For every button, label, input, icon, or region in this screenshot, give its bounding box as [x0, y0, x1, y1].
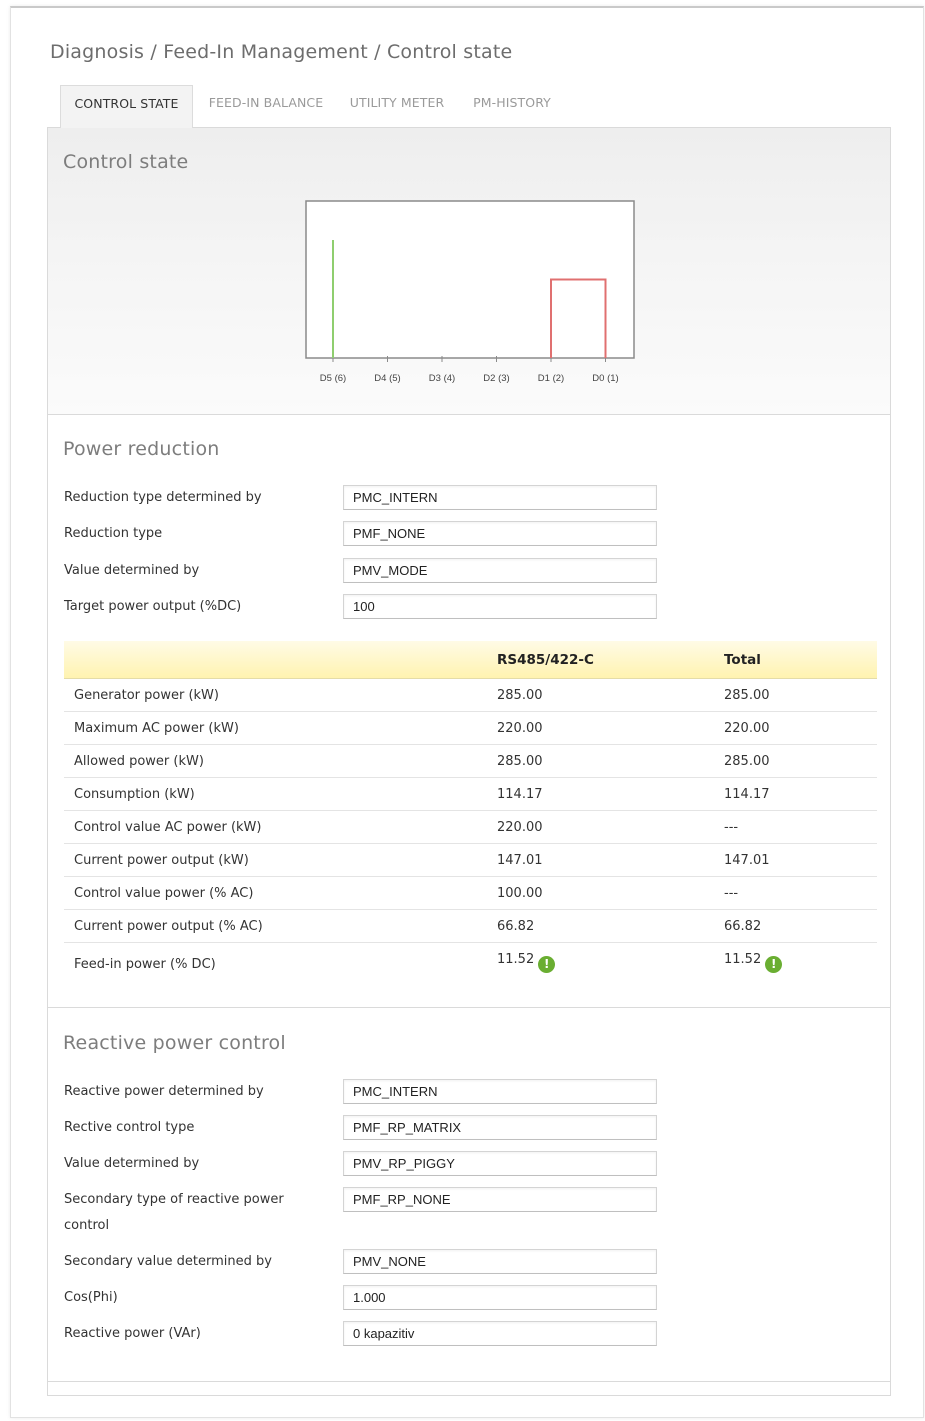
field-label: Cos(Phi) — [64, 1290, 118, 1305]
field-label: Reduction type — [64, 526, 163, 541]
x-tick-label: D3 (4) — [429, 373, 455, 384]
tab-control-state[interactable]: CONTROL STATE — [60, 85, 193, 128]
row-label: Current power output (% AC) — [74, 919, 263, 934]
x-tick-label: D5 (6) — [320, 373, 346, 384]
tab-pm-history[interactable]: PM-HISTORY — [464, 85, 560, 128]
row-value-total: --- — [724, 820, 739, 835]
target-power-output-field[interactable]: 100 — [343, 594, 657, 619]
row-value-total: 285.00 — [724, 754, 770, 769]
table-row: Allowed power (kW) 285.00 285.00 — [64, 745, 877, 778]
field-label: Value determined by — [64, 1156, 200, 1171]
field-label: Reactive power determined by — [64, 1084, 264, 1099]
row-value-total: --- — [724, 886, 739, 901]
secondary-type-field[interactable]: PMF_RP_NONE — [343, 1187, 657, 1212]
row-value-rs485: 220.00 — [497, 721, 543, 736]
row-value-rs485: 114.17 — [497, 787, 543, 802]
row-label: Generator power (kW) — [74, 688, 219, 703]
row-value-total: 114.17 — [724, 787, 770, 802]
row-value-rs485: 220.00 — [497, 820, 543, 835]
reduction-type-field[interactable]: PMF_NONE — [343, 521, 657, 546]
row-value-rs485: 66.82 — [497, 919, 535, 934]
rective-control-type-field[interactable]: PMF_RP_MATRIX — [343, 1115, 657, 1140]
field-label: Value determined by — [64, 563, 200, 578]
table-row: Control value AC power (kW) 220.00 --- — [64, 811, 877, 844]
section-title-power-reduction: Power reduction — [63, 438, 220, 460]
cos-phi-field[interactable]: 1.000 — [343, 1285, 657, 1310]
row-value-rs485: 285.00 — [497, 754, 543, 769]
row-value-total: 11.52 — [724, 952, 762, 967]
row-label: Control value AC power (kW) — [74, 820, 262, 835]
breadcrumb: Diagnosis / Feed-In Management / Control… — [50, 41, 513, 63]
row-label: Current power output (kW) — [74, 853, 249, 868]
reduction-type-determined-by-field[interactable]: PMC_INTERN — [343, 485, 657, 510]
table-row: Maximum AC power (kW) 220.00 220.00 — [64, 712, 877, 745]
row-value-total: 66.82 — [724, 919, 762, 934]
row-value-total: 285.00 — [724, 688, 770, 703]
row-label: Consumption (kW) — [74, 787, 195, 802]
warning-icon[interactable]: ! — [765, 956, 783, 973]
row-label: Allowed power (kW) — [74, 754, 204, 769]
reactive-power-var-field[interactable]: 0 kapazitiv — [343, 1321, 657, 1346]
x-tick-label: D1 (2) — [538, 373, 564, 384]
tab-utility-meter[interactable]: UTILITY METER — [342, 85, 452, 128]
field-label: Secondary type of reactive power control — [64, 1192, 284, 1233]
field-label: Rective control type — [64, 1120, 195, 1135]
section-divider — [48, 1381, 890, 1382]
row-value-rs485: 285.00 — [497, 688, 543, 703]
field-label: Secondary value determined by — [64, 1254, 272, 1269]
row-label: Maximum AC power (kW) — [74, 721, 239, 736]
field-label: Target power output (%DC) — [64, 599, 242, 614]
row-value-rs485: 147.01 — [497, 853, 543, 868]
row-value-total: 147.01 — [724, 853, 770, 868]
content-panel: Control state D5 (6) D4 (5) D3 (4) D2 (3) D1… — [47, 127, 891, 1396]
table-row: Feed-in power (% DC) 11.52! 11.52! — [64, 943, 877, 987]
control-state-section: Control state D5 (6) D4 (5) D3 (4) D2 (3) D1… — [48, 128, 890, 415]
x-tick-label: D2 (3) — [483, 373, 509, 384]
field-label: Reduction type determined by — [64, 490, 262, 505]
section-title-reactive-power: Reactive power control — [63, 1032, 286, 1054]
row-value-total-cell: 11.52! — [724, 943, 783, 977]
tab-feed-in-balance[interactable]: FEED-IN BALANCE — [203, 85, 329, 128]
rp-value-determined-by-field[interactable]: PMV_RP_PIGGY — [343, 1151, 657, 1176]
table-row: Generator power (kW) 285.00 285.00 — [64, 679, 877, 712]
table-header-rs485: RS485/422-C — [497, 652, 594, 668]
table-row: Current power output (% AC) 66.82 66.82 — [64, 910, 877, 943]
row-value-total: 220.00 — [724, 721, 770, 736]
row-label: Feed-in power (% DC) — [74, 957, 216, 972]
section-divider — [48, 1007, 890, 1008]
secondary-value-determined-by-field[interactable]: PMV_NONE — [343, 1249, 657, 1274]
x-tick-label: D4 (5) — [374, 373, 400, 384]
row-value-rs485-cell: 11.52! — [497, 943, 556, 977]
table-row: Control value power (% AC) 100.00 --- — [64, 877, 877, 910]
row-value-rs485: 11.52 — [497, 952, 535, 967]
table-header: RS485/422-C Total — [64, 641, 877, 679]
warning-icon[interactable]: ! — [538, 956, 556, 973]
power-table: RS485/422-C Total Generator power (kW) 2… — [64, 641, 877, 987]
control-state-chart: D5 (6) D4 (5) D3 (4) D2 (3) D1 (2) D0 (1) — [305, 200, 635, 384]
table-row: Consumption (kW) 114.17 114.17 — [64, 778, 877, 811]
value-determined-by-field[interactable]: PMV_MODE — [343, 558, 657, 583]
row-label: Control value power (% AC) — [74, 886, 254, 901]
field-label: Reactive power (VAr) — [64, 1326, 201, 1341]
x-tick-label: D0 (1) — [592, 373, 618, 384]
row-value-rs485: 100.00 — [497, 886, 543, 901]
reactive-power-determined-by-field[interactable]: PMC_INTERN — [343, 1079, 657, 1104]
section-title-control-state: Control state — [63, 151, 189, 173]
table-header-total: Total — [724, 652, 761, 668]
table-row: Current power output (kW) 147.01 147.01 — [64, 844, 877, 877]
